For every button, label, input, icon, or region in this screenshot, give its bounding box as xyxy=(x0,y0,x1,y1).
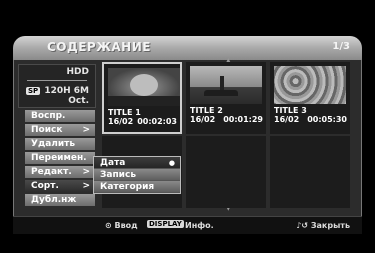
chevron-right-icon: > xyxy=(82,125,90,135)
empty-slot xyxy=(270,136,350,208)
title-length: 00:01:29 xyxy=(223,115,263,124)
sort-option-recording[interactable]: Запись xyxy=(94,169,180,181)
sort-option-label: Дата xyxy=(100,158,126,168)
menu-item-label: Удалить xyxy=(31,139,76,149)
divider xyxy=(27,80,87,81)
enter-hint: ⊙ Ввод xyxy=(105,221,138,230)
sort-submenu: Дата ● Запись Категория xyxy=(93,156,181,194)
title-date: 16/02 xyxy=(190,115,216,124)
footer-bar: ⊙ Ввод DISPLAY Инфо. ♪↺ Закрыть xyxy=(13,216,362,234)
title-length: 00:05:30 xyxy=(307,115,347,124)
menu-item-dub[interactable]: Дубл.нж xyxy=(25,194,95,206)
menu-item-label: Редакт. xyxy=(31,167,72,177)
record-mode-badge: SP xyxy=(26,87,41,95)
title-name: TITLE 1 xyxy=(108,108,141,117)
thumbnail-image xyxy=(274,66,346,104)
source-info: HDD SP 120H 6M Oct. xyxy=(18,64,96,108)
sort-option-category[interactable]: Категория xyxy=(94,181,180,193)
menu-item-play[interactable]: Воспр. xyxy=(25,110,95,122)
title-thumbnail-1[interactable]: TITLE 1 16/02 00:02:03 xyxy=(102,62,182,134)
info-hint: Инфо. xyxy=(185,221,214,230)
sort-order: Oct. xyxy=(68,96,89,106)
thumbnail-image xyxy=(190,66,262,104)
source-name: HDD xyxy=(66,67,89,77)
sort-option-date[interactable]: Дата ● xyxy=(94,157,180,169)
selected-dot-icon: ● xyxy=(168,159,175,167)
title-date: 16/02 xyxy=(274,115,300,124)
menu-item-search[interactable]: Поиск > xyxy=(25,124,95,136)
menu-item-rename[interactable]: Переимен. xyxy=(25,152,95,164)
rock-shape xyxy=(204,90,238,96)
title-date: 16/02 xyxy=(108,117,134,126)
display-button-icon: DISPLAY xyxy=(147,220,184,228)
moon-shape xyxy=(130,74,158,96)
menu-item-edit[interactable]: Редакт. > xyxy=(25,166,95,178)
ground-shape xyxy=(108,96,180,106)
title-name: TITLE 2 xyxy=(190,106,223,115)
chevron-right-icon: > xyxy=(82,181,90,191)
menu-item-label: Дубл.нж xyxy=(31,195,77,205)
thumbnail-image xyxy=(108,68,180,106)
header-bar: СОДЕРЖАНИЕ 1/3 xyxy=(13,36,362,60)
title-thumbnail-3[interactable]: TITLE 3 16/02 00:05:30 xyxy=(270,62,350,134)
empty-slot xyxy=(186,136,266,208)
title-name: TITLE 3 xyxy=(274,106,307,115)
sort-option-label: Категория xyxy=(100,182,155,192)
menu-item-label: Сорт. xyxy=(31,181,59,191)
options-menu: Воспр. Поиск > Удалить Переимен. Редакт.… xyxy=(25,110,95,208)
menu-item-delete[interactable]: Удалить xyxy=(25,138,95,150)
title-thumbnail-2[interactable]: TITLE 2 16/02 00:01:29 xyxy=(186,62,266,134)
menu-item-label: Поиск xyxy=(31,125,63,135)
menu-item-label: Переимен. xyxy=(31,153,87,163)
chevron-right-icon: > xyxy=(82,167,90,177)
page-title: СОДЕРЖАНИЕ xyxy=(47,40,151,54)
close-hint: ♪↺ Закрыть xyxy=(296,221,350,230)
menu-item-label: Воспр. xyxy=(31,111,66,121)
disc-menu-screen: СОДЕРЖАНИЕ 1/3 HDD SP 120H 6M Oct. Воспр… xyxy=(0,0,375,253)
menu-item-sort[interactable]: Сорт. > xyxy=(25,180,95,192)
title-length: 00:02:03 xyxy=(137,117,177,126)
page-indicator: 1/3 xyxy=(332,41,350,52)
remaining-time: 120H 6M xyxy=(44,86,89,96)
sort-option-label: Запись xyxy=(100,170,137,180)
